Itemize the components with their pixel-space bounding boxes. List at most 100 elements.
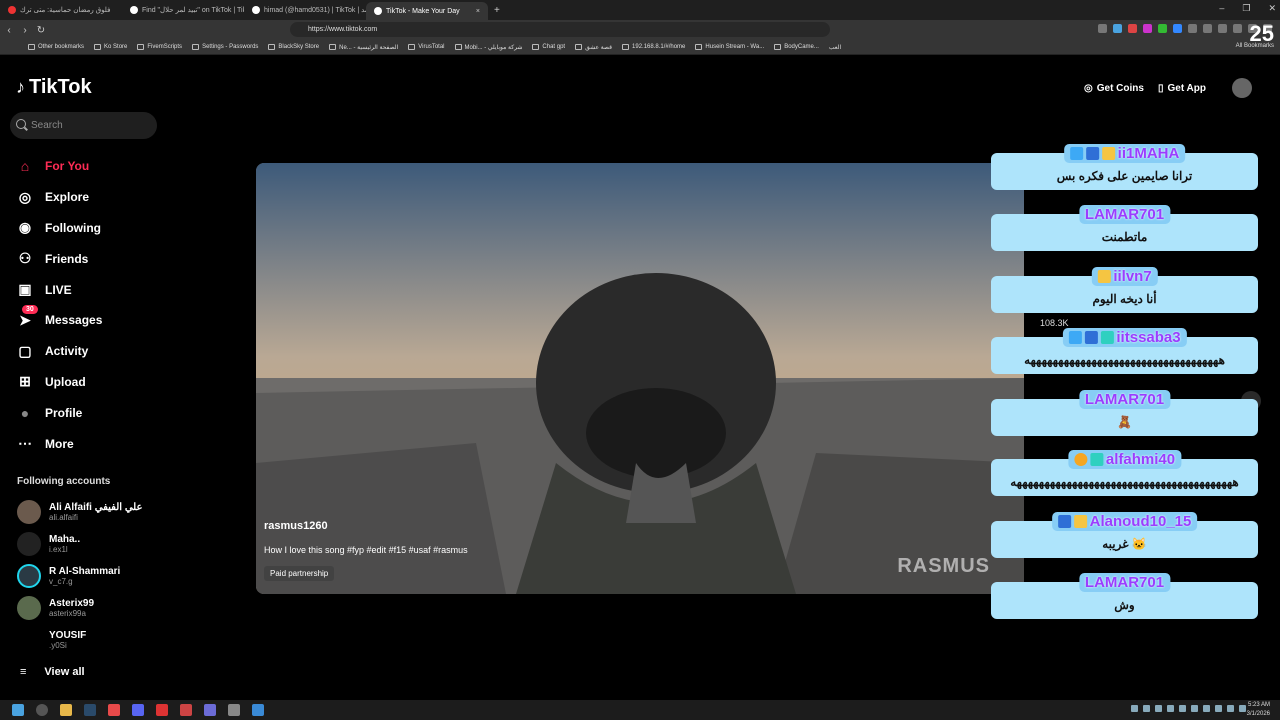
sidebar-item-explore[interactable]: ◎ Explore: [16, 182, 102, 213]
sidebar-item-messages[interactable]: ➤ 30 Messages: [16, 305, 102, 336]
sidebar-item-activity[interactable]: ▢ Activity: [16, 336, 102, 367]
tray-icon[interactable]: [1215, 705, 1222, 712]
tiktok-icon: [130, 6, 138, 14]
app-icon[interactable]: [204, 704, 216, 716]
gear-icon: [192, 44, 200, 50]
get-coins-button[interactable]: ◎ Get Coins: [1084, 83, 1144, 94]
tray-icon[interactable]: [1179, 705, 1186, 712]
browser-tab-active[interactable]: TikTok - Make Your Day ×: [366, 2, 488, 20]
account-item[interactable]: Maha.. i.ex1l: [17, 532, 80, 556]
tray-icon[interactable]: [1143, 705, 1150, 712]
bookmark[interactable]: العب: [829, 44, 841, 51]
sidebar-item-upload[interactable]: ⊞ Upload: [16, 367, 102, 398]
avatar: [17, 500, 41, 524]
tray-icon[interactable]: [1191, 705, 1198, 712]
steam-icon[interactable]: [84, 704, 96, 716]
minimize-icon[interactable]: –: [1219, 3, 1224, 14]
file-explorer-icon[interactable]: [60, 704, 72, 716]
extension-icon[interactable]: [1098, 24, 1107, 33]
messages-glyph: ➤: [19, 311, 31, 328]
search-icon[interactable]: [36, 704, 48, 716]
system-clock[interactable]: 5:23 AM 3/1/2026: [1247, 701, 1270, 719]
sidebar-item-live[interactable]: ▣ LIVE: [16, 274, 102, 305]
paid-partnership-label: Paid partnership: [264, 566, 335, 581]
video-description: How I love this song #fyp #edit #f15 #us…: [264, 545, 468, 555]
app-icon[interactable]: [180, 704, 192, 716]
bookmark-icon: [532, 44, 540, 50]
avatar: [17, 628, 41, 652]
browser-tab[interactable]: himad (@hamd0531) | TikTok | حمد: [244, 2, 366, 18]
bookmark[interactable]: Husein Stream - Wa...: [695, 44, 764, 50]
bookmark[interactable]: BlackSky Store: [268, 44, 319, 50]
browser-tab[interactable]: فلوق رمضان حماسية: متى ترك: [0, 2, 122, 18]
chat-username: iilvn7: [1113, 268, 1152, 285]
view-all-button[interactable]: ≡ View all: [20, 666, 85, 678]
extension-icon[interactable]: [1203, 24, 1212, 33]
start-icon[interactable]: [12, 704, 24, 716]
reload-icon[interactable]: ↻: [34, 25, 48, 36]
bookmark-label: Chat gpt: [542, 44, 566, 50]
extension-icon[interactable]: [1128, 24, 1137, 33]
sidebar-item-profile[interactable]: ● Profile: [16, 397, 102, 428]
bookmark-icon: [774, 44, 782, 50]
browser-tab[interactable]: Find "تبيد لمر حلال" on TikTok | TikTok: [122, 2, 244, 18]
new-tab-button[interactable]: +: [488, 5, 506, 16]
extension-icon[interactable]: [1143, 24, 1152, 33]
account-item[interactable]: Asterix99 asterix99a: [17, 596, 94, 620]
sidebar-item-label: More: [45, 436, 74, 451]
bookmark[interactable]: Chat gpt: [532, 44, 565, 50]
search-input[interactable]: Search: [10, 112, 157, 139]
bookmark[interactable]: 192.168.8.1/#/home: [622, 44, 685, 50]
bookmark[interactable]: VirusTotal: [408, 44, 445, 50]
bookmark[interactable]: FivemScripts: [137, 44, 182, 50]
sidebar-item-for-you[interactable]: ⌂ For You: [16, 151, 102, 182]
bookmark[interactable]: قصة عشق: [575, 44, 612, 51]
restore-icon[interactable]: ❐: [1242, 3, 1250, 14]
tray-icon[interactable]: [1203, 705, 1210, 712]
sidebar-item-following[interactable]: ◉ Following: [16, 213, 102, 244]
video-username[interactable]: rasmus1260: [264, 520, 328, 532]
sidebar-item-friends[interactable]: ⚇ Friends: [16, 243, 102, 274]
account-handle: v_c7.g: [49, 577, 73, 586]
video-player[interactable]: rasmus1260 How I love this song #fyp #ed…: [256, 163, 1024, 594]
app-icon[interactable]: [156, 704, 168, 716]
bookmark[interactable]: Other bookmarks: [28, 44, 84, 50]
get-app-button[interactable]: ▯ Get App: [1158, 83, 1206, 94]
tray-icon[interactable]: [1155, 705, 1162, 712]
extension-icon[interactable]: [1188, 24, 1197, 33]
bookmark[interactable]: Mobi... - شركة موبايلي: [454, 44, 522, 51]
discord-icon[interactable]: [132, 704, 144, 716]
extension-icon[interactable]: [1233, 24, 1242, 33]
close-window-icon[interactable]: ✕: [1268, 3, 1276, 14]
account-handle: i.ex1l: [49, 545, 68, 554]
tray-icon[interactable]: [1167, 705, 1174, 712]
tray-icon[interactable]: [1131, 705, 1138, 712]
extension-icon[interactable]: [1158, 24, 1167, 33]
forward-icon[interactable]: ›: [18, 25, 32, 36]
browser-icon[interactable]: [108, 704, 120, 716]
tiktok-logo[interactable]: ♪ TikTok: [16, 76, 92, 99]
user-avatar[interactable]: [1232, 78, 1252, 98]
account-item[interactable]: R Al-Shammari v_c7.g: [17, 564, 120, 588]
extension-icon[interactable]: [1173, 24, 1182, 33]
bookmark[interactable]: BodyCame...: [774, 44, 819, 50]
close-tab-icon[interactable]: ×: [476, 8, 480, 15]
extension-icon[interactable]: [1218, 24, 1227, 33]
bookmark[interactable]: Ko Store: [94, 44, 127, 50]
settings-icon[interactable]: [228, 704, 240, 716]
rocket-icon: [1085, 147, 1099, 160]
app-icon[interactable]: [252, 704, 264, 716]
chat-header: LAMAR701: [1078, 573, 1171, 592]
tray-icon[interactable]: [1227, 705, 1234, 712]
url-input[interactable]: https://www.tiktok.com: [290, 22, 830, 37]
account-item[interactable]: YOUSIF .y0Si: [17, 628, 86, 652]
back-icon[interactable]: ‹: [2, 25, 16, 36]
account-name: Ali Alfaifi علي الفيفي: [49, 502, 143, 513]
account-item[interactable]: Ali Alfaifi علي الفيفي ali.alfaifi: [17, 500, 142, 524]
tray-icon[interactable]: [1239, 705, 1246, 712]
extension-icon[interactable]: [1113, 24, 1122, 33]
tab-title: فلوق رمضان حماسية: متى ترك: [20, 7, 111, 14]
bookmark[interactable]: Settings - Passwords: [192, 44, 258, 50]
bookmark[interactable]: Ne... - الصفحة الرئيسية: [329, 44, 398, 51]
sidebar-item-more[interactable]: ⋯ More: [16, 428, 102, 459]
